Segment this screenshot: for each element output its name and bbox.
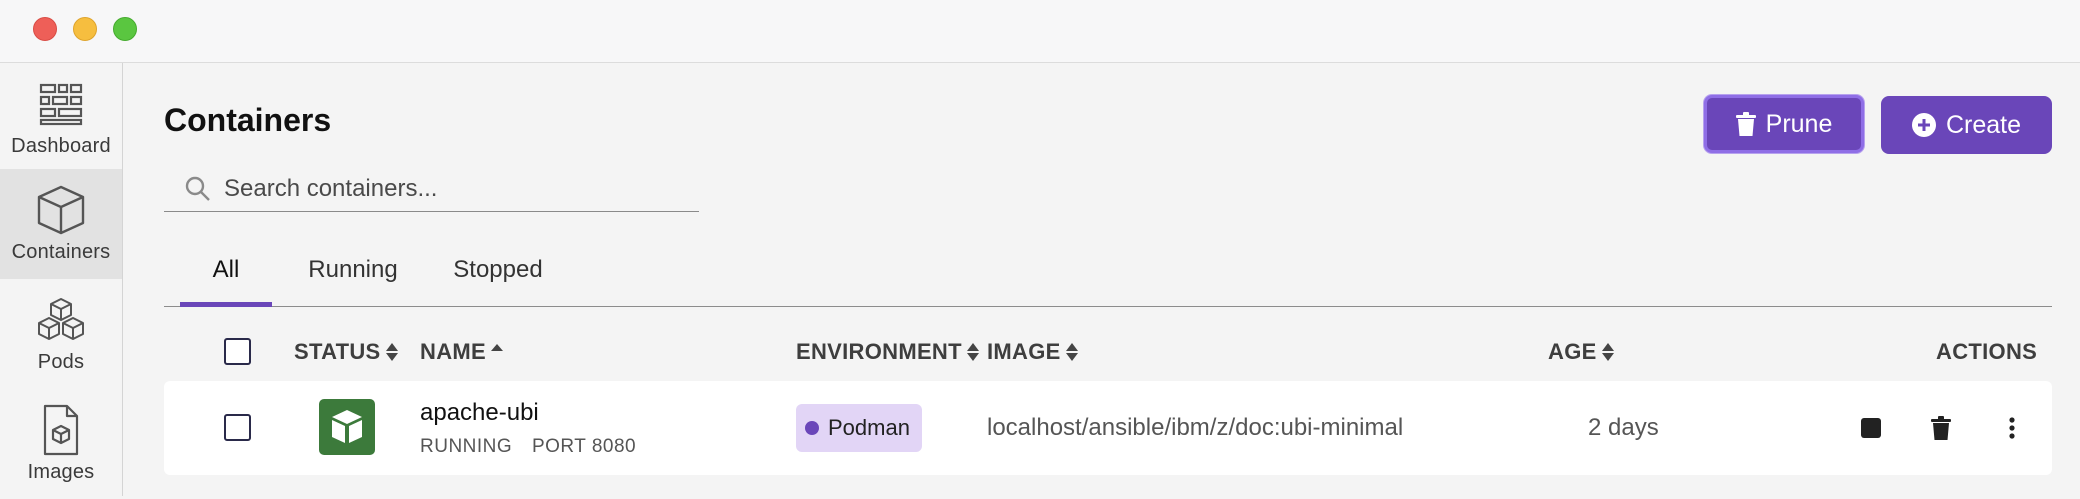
close-window-button[interactable] [33, 17, 57, 41]
sort-ascending-icon [490, 344, 503, 351]
column-header-age[interactable]: AGE [1548, 339, 1615, 365]
tab-all[interactable]: All [180, 235, 272, 307]
minimize-window-button[interactable] [73, 17, 97, 41]
sidebar-item-label: Containers [11, 241, 111, 263]
sidebar-item-label: Images [27, 461, 95, 483]
trash-icon [1735, 112, 1756, 136]
window-titlebar [0, 0, 2080, 63]
environment-dot [805, 421, 819, 435]
container-port: PORT 8080 [531, 436, 637, 457]
container-box-icon [36, 183, 86, 237]
sidebar-item-images[interactable]: Images [0, 389, 122, 499]
sidebar-item-label: Dashboard [11, 135, 111, 157]
sort-both-icon [966, 343, 979, 361]
tab-running[interactable]: Running [298, 235, 408, 305]
environment-label: Podman [828, 415, 910, 440]
delete-container-button[interactable] [1924, 411, 1958, 445]
container-name[interactable]: apache-ubi [420, 399, 539, 427]
column-header-status[interactable]: STATUS [294, 339, 399, 365]
row-select-checkbox[interactable] [224, 414, 251, 441]
column-header-label: ACTIONS [1936, 339, 2038, 364]
column-header-image[interactable]: IMAGE [987, 339, 1079, 365]
sidebar-item-label: Pods [37, 351, 85, 373]
container-box-icon [332, 410, 362, 443]
sidebar: Dashboard Containers Pods Images [0, 63, 123, 496]
maximize-window-button[interactable] [113, 17, 137, 41]
search-icon [185, 176, 210, 201]
sort-both-icon [385, 343, 398, 361]
container-image: localhost/ansible/ibm/z/doc:ubi-minimal [987, 414, 1404, 441]
column-header-label: IMAGE [987, 339, 1061, 364]
column-header-label: NAME [420, 339, 486, 364]
sidebar-item-dashboard[interactable]: Dashboard [0, 63, 122, 173]
page-title: Containers [164, 102, 332, 138]
plus-circle-icon [1911, 113, 1936, 137]
dashboard-icon [38, 77, 84, 131]
prune-button-label: Prune [1765, 109, 1833, 138]
pods-icon [36, 293, 86, 347]
container-subinfo: RUNNING PORT 8080 [420, 436, 650, 458]
column-header-environment[interactable]: ENVIRONMENT [796, 339, 980, 365]
search-input[interactable] [224, 174, 684, 203]
search-bar [164, 166, 699, 212]
image-file-icon [41, 403, 81, 457]
sort-both-icon [1601, 343, 1614, 361]
table-row[interactable]: apache-ubi RUNNING PORT 8080 Podman loca… [164, 381, 2052, 475]
tab-bar: All Running Stopped [164, 235, 2052, 307]
stop-icon [1861, 418, 1881, 438]
status-running-badge [319, 399, 375, 455]
create-button-label: Create [1945, 110, 2022, 139]
tab-stopped[interactable]: Stopped [434, 235, 562, 305]
select-all-checkbox[interactable] [224, 338, 251, 365]
environment-badge: Podman [796, 404, 922, 452]
sidebar-item-pods[interactable]: Pods [0, 279, 122, 389]
column-header-label: STATUS [294, 339, 381, 364]
stop-container-button[interactable] [1854, 411, 1888, 445]
container-state: RUNNING [420, 436, 513, 457]
column-header-name[interactable]: NAME [420, 339, 504, 365]
trash-icon [1931, 416, 1951, 440]
prune-button[interactable]: Prune [1704, 95, 1864, 153]
create-button[interactable]: Create [1881, 96, 2052, 154]
column-header-actions: ACTIONS [1936, 339, 2037, 365]
more-actions-button[interactable] [1995, 411, 2029, 445]
kebab-menu-icon [2009, 417, 2015, 439]
sidebar-item-containers[interactable]: Containers [0, 169, 122, 279]
column-header-label: ENVIRONMENT [796, 339, 962, 364]
container-age: 2 days [1588, 414, 1659, 441]
column-header-label: AGE [1548, 339, 1597, 364]
sort-both-icon [1065, 343, 1078, 361]
